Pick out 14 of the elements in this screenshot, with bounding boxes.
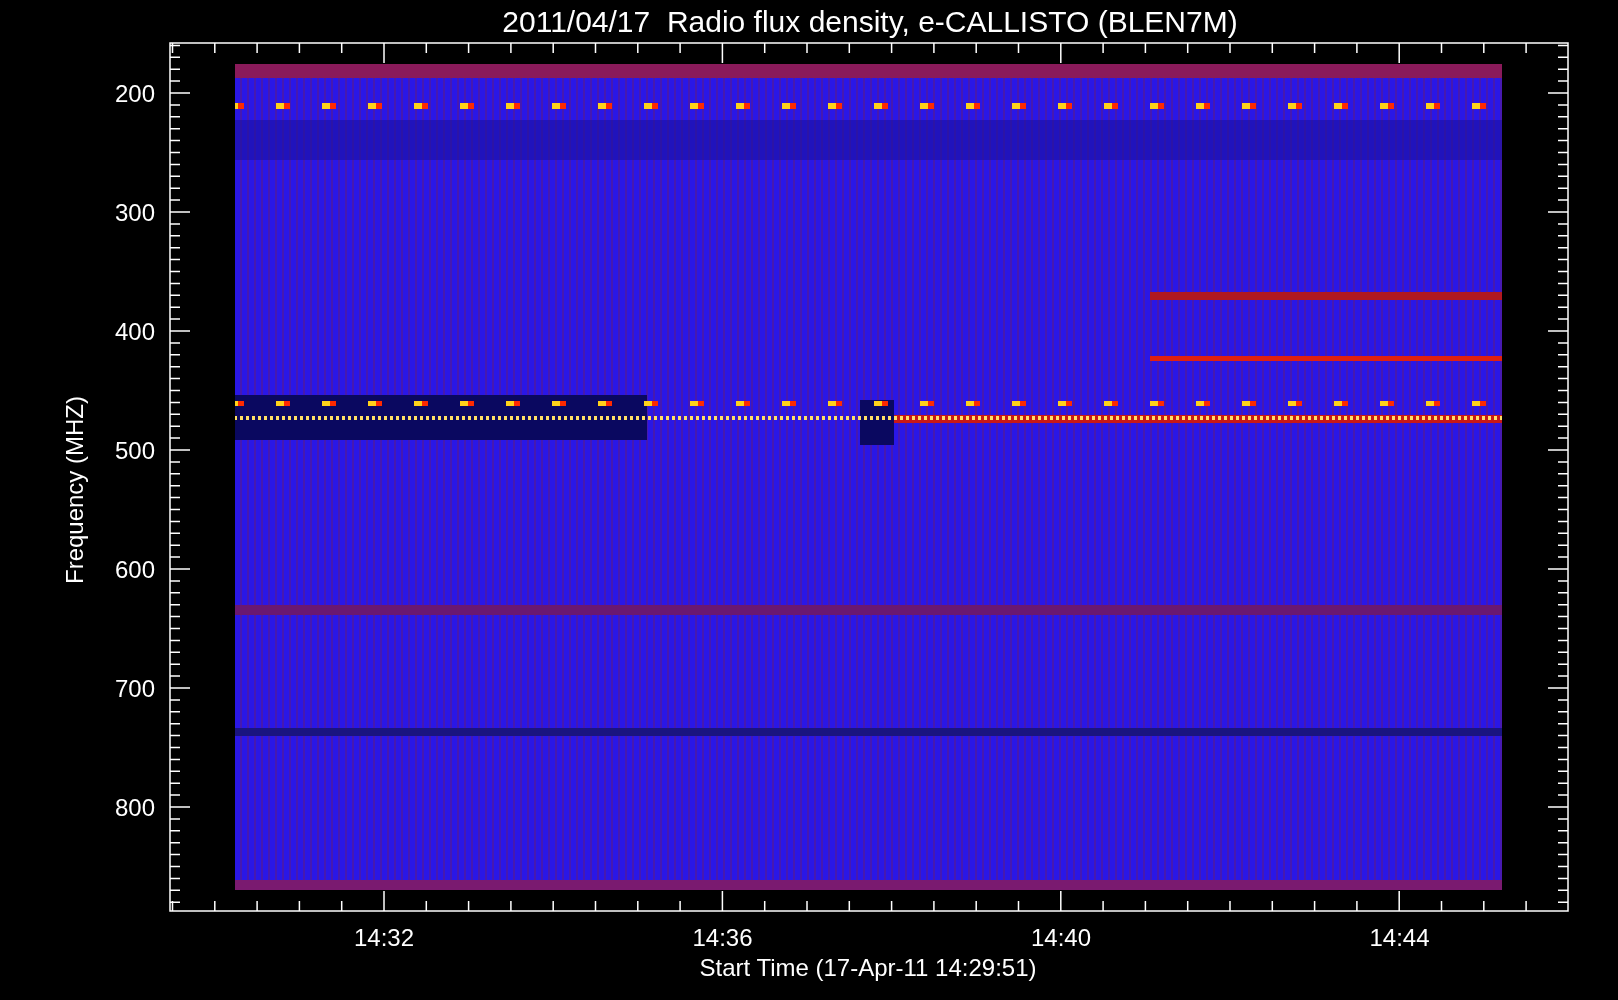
x-axis-label: Start Time (17-Apr-11 14:29:51) (699, 954, 1037, 981)
y-tick-label: 700 (114, 675, 155, 702)
y-tick-label: 400 (114, 318, 155, 345)
y-tick-label: 600 (114, 556, 155, 583)
x-tick-label: 14:44 (1369, 924, 1430, 951)
y-tick-label: 200 (114, 80, 155, 107)
x-tick-label: 14:40 (1030, 924, 1092, 951)
y-tick-label: 500 (114, 437, 155, 464)
y-axis-label: Frequency (MHZ) (61, 396, 88, 584)
y-tick-label: 300 (114, 199, 155, 226)
x-tick-label: 14:32 (353, 924, 415, 951)
x-tick-label: 14:36 (692, 924, 753, 951)
y-tick-label: 800 (114, 794, 155, 821)
chart-title: 2011/04/17 Radio flux density, e-CALLISTO (BLEN7M) (502, 5, 1238, 38)
